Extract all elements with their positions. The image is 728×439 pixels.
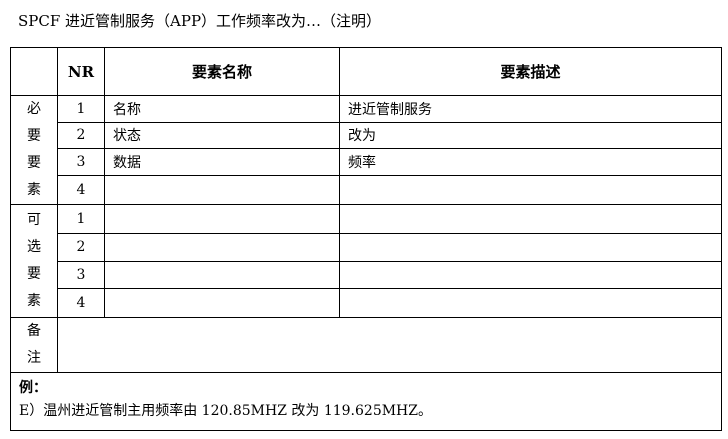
table-row: 4 bbox=[11, 287, 722, 318]
table-row: 可 选 要 素 1 bbox=[10, 204, 722, 318]
header-element-desc: 要素描述 bbox=[339, 46, 722, 97]
header-element-name: 要素名称 bbox=[104, 46, 340, 97]
element-desc-cell[interactable] bbox=[339, 204, 722, 235]
row-nr: 4 bbox=[57, 287, 105, 318]
element-desc-cell[interactable]: 频率 bbox=[339, 148, 722, 176]
row-nr: 2 bbox=[57, 233, 105, 262]
example-row: 例： E）温州进近管制主用频率由 120.85MHZ 改为 119.625MHZ… bbox=[10, 371, 722, 432]
row-nr: 1 bbox=[57, 95, 105, 123]
element-desc-cell[interactable] bbox=[339, 233, 722, 262]
table-row: 必 要 要 素 1 名称 进近管制服务 bbox=[10, 95, 722, 206]
remarks-value[interactable] bbox=[57, 316, 722, 373]
element-desc-cell[interactable]: 进近管制服务 bbox=[339, 95, 722, 123]
example-heading: 例： bbox=[19, 379, 47, 396]
table-row: 4 bbox=[11, 174, 722, 206]
element-name-cell[interactable] bbox=[104, 287, 340, 318]
example-cell: 例： E）温州进近管制主用频率由 120.85MHZ 改为 119.625MHZ… bbox=[10, 371, 722, 432]
row-nr: 3 bbox=[57, 260, 105, 289]
element-desc-cell[interactable] bbox=[339, 260, 722, 289]
element-name-cell[interactable] bbox=[104, 204, 340, 235]
table-row: 2 bbox=[11, 233, 722, 262]
table-row: 3 数据 频率 bbox=[11, 148, 722, 176]
header-corner-cell bbox=[10, 46, 58, 97]
example-text: E）温州进近管制主用频率由 120.85MHZ 改为 119.625MHZ。 bbox=[19, 402, 432, 419]
table-row: 3 bbox=[11, 260, 722, 289]
element-desc-cell[interactable] bbox=[339, 174, 722, 206]
element-table: NR 要素名称 要素描述 必 要 要 素 1 名称 进近管制服务 2 状态 改为… bbox=[10, 46, 722, 432]
element-desc-cell[interactable] bbox=[339, 287, 722, 318]
element-name-cell[interactable] bbox=[104, 233, 340, 262]
element-desc-cell[interactable]: 改为 bbox=[339, 121, 722, 150]
mandatory-elements-label: 必 要 要 素 bbox=[10, 95, 58, 206]
row-nr: 3 bbox=[57, 148, 105, 176]
element-name-cell[interactable]: 状态 bbox=[104, 121, 340, 150]
element-name-cell[interactable]: 名称 bbox=[104, 95, 340, 123]
element-name-cell[interactable] bbox=[104, 174, 340, 206]
header-nr: NR bbox=[57, 46, 105, 97]
row-nr: 1 bbox=[57, 204, 105, 235]
row-nr: 4 bbox=[57, 174, 105, 206]
element-name-cell[interactable] bbox=[104, 260, 340, 289]
remarks-row: 备 注 bbox=[10, 316, 722, 373]
optional-elements-label: 可 选 要 素 bbox=[10, 204, 58, 318]
table-row: 2 状态 改为 bbox=[11, 121, 722, 150]
document-title: SPCF 进近管制服务（APP）工作频率改为…（注明） bbox=[18, 12, 382, 30]
remarks-label: 备 注 bbox=[10, 316, 58, 373]
header-row: NR 要素名称 要素描述 bbox=[10, 46, 722, 97]
row-nr: 2 bbox=[57, 121, 105, 150]
element-name-cell[interactable]: 数据 bbox=[104, 148, 340, 176]
